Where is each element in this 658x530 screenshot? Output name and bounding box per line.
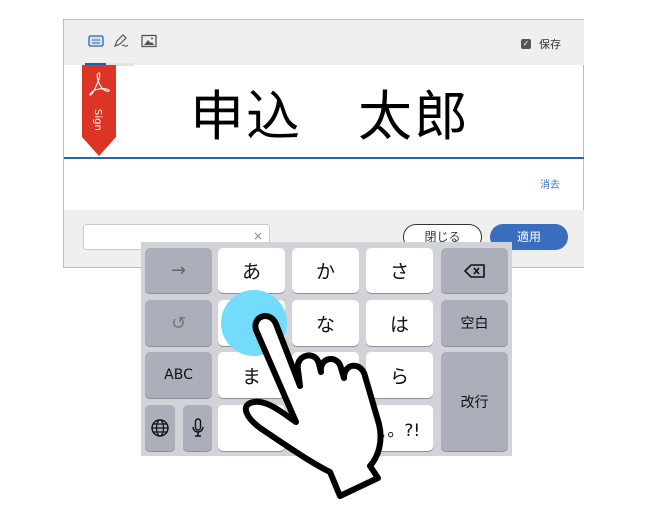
touch-indicator	[221, 290, 287, 356]
key-abc[interactable]: ABC	[145, 352, 212, 398]
pen-signature-icon[interactable]	[113, 34, 129, 48]
signature-baseline	[64, 157, 584, 159]
key-sa[interactable]: さ	[366, 248, 433, 293]
key-enter[interactable]: 改行	[441, 352, 508, 451]
image-icon[interactable]	[141, 34, 157, 48]
key-small-kana[interactable]	[218, 405, 285, 451]
clear-input-icon[interactable]: ×	[253, 229, 263, 243]
checkbox-checked-icon: ✓	[521, 39, 531, 49]
sign-ribbon: Sign	[82, 65, 116, 156]
key-ma[interactable]: ま	[218, 352, 285, 398]
key-punctuation[interactable]: 、。?!	[366, 405, 433, 451]
backspace-icon	[463, 263, 485, 278]
key-globe[interactable]	[145, 405, 175, 451]
key-na[interactable]: な	[292, 300, 359, 346]
key-backspace[interactable]	[441, 248, 508, 293]
signature-text: 申込 太郎	[190, 85, 470, 148]
key-next[interactable]: →	[145, 248, 212, 293]
key-ka[interactable]: か	[292, 248, 359, 293]
key-a[interactable]: あ	[218, 248, 285, 293]
key-ra[interactable]: ら	[366, 352, 433, 398]
key-mic[interactable]	[183, 405, 212, 451]
key-wa[interactable]	[292, 405, 359, 451]
save-checkbox[interactable]: ✓ 保存	[521, 36, 561, 52]
save-label: 保存	[539, 38, 561, 51]
microphone-icon	[191, 418, 204, 437]
clear-link[interactable]: 消去	[540, 176, 560, 191]
ribbon-label: Sign	[92, 109, 103, 131]
keyboard-icon[interactable]	[88, 34, 104, 48]
globe-icon	[151, 419, 169, 437]
key-undo[interactable]: ↺	[145, 300, 212, 346]
key-ha[interactable]: は	[366, 300, 433, 346]
key-space[interactable]: 空白	[441, 300, 508, 346]
key-ya[interactable]	[292, 352, 359, 398]
